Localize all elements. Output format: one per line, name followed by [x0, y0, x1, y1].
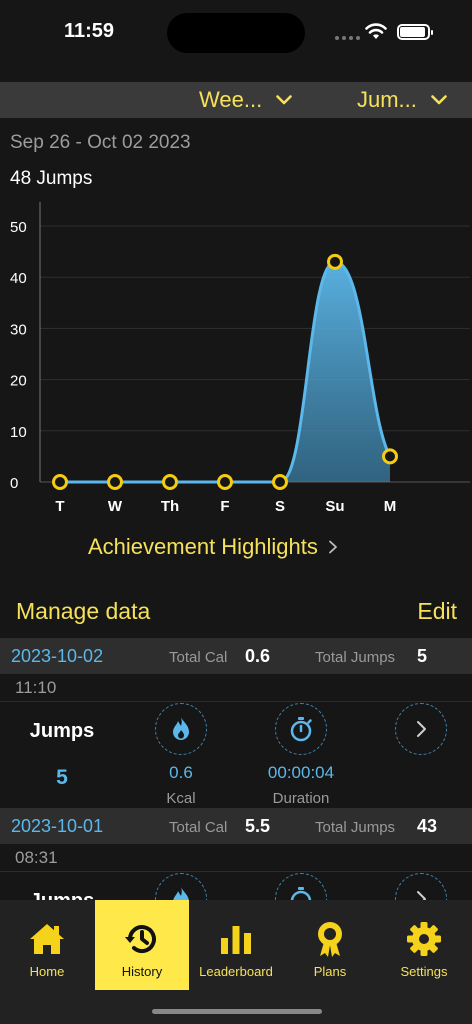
- chevron-right-icon: [417, 721, 426, 737]
- gear-icon: [407, 922, 441, 956]
- session-details-button[interactable]: [395, 703, 447, 755]
- y-tick-label: 30: [10, 321, 27, 338]
- session-row[interactable]: Jumps: [0, 872, 472, 900]
- status-time: 11:59: [64, 20, 115, 42]
- duration-badge: [275, 873, 327, 900]
- total-cal-value: 0.6: [245, 646, 271, 666]
- metric-dropdown[interactable]: Jum...: [357, 87, 447, 113]
- chevron-right-icon: [329, 540, 337, 554]
- entry-date: 2023-10-01: [11, 816, 104, 836]
- entry-time: 08:31: [15, 848, 58, 867]
- manage-data-title: Manage data: [16, 598, 151, 624]
- history-icon: [125, 925, 156, 954]
- y-tick-label: 50: [10, 219, 27, 236]
- stopwatch-icon: [290, 717, 312, 742]
- status-bar: 11:59: [0, 0, 472, 66]
- wifi-icon: [365, 23, 387, 39]
- series-area: [60, 261, 390, 482]
- x-tick-label: T: [55, 498, 64, 515]
- entry-header: 2023-10-01 Total Cal 5.5 Total Jumps 43: [0, 808, 472, 844]
- calories-label: Kcal: [166, 790, 196, 807]
- battery-icon: [397, 24, 433, 40]
- entry-time-row: 08:31: [0, 844, 472, 872]
- data-point: [52, 474, 68, 490]
- total-jumps-value: 5: [417, 646, 428, 666]
- tab-history[interactable]: History: [95, 900, 189, 990]
- achievement-highlights-link[interactable]: Achievement Highlights: [88, 534, 338, 560]
- duration-badge: [275, 703, 327, 755]
- total-jumps-value: 43: [417, 816, 438, 836]
- home-indicator: [152, 1009, 322, 1014]
- flame-icon: [173, 717, 189, 740]
- edit-button[interactable]: Edit: [417, 598, 457, 625]
- date-range: Sep 26 - Oct 02 2023: [10, 132, 191, 153]
- total-cal-label: Total Cal: [169, 649, 228, 666]
- tab-bar: Home History Leaderboard Plans Settings: [0, 900, 472, 1024]
- calories-value: 0.6: [169, 763, 193, 782]
- x-tick-label: W: [108, 498, 123, 515]
- chevron-down-icon: [431, 95, 447, 105]
- tab-settings-label: Settings: [400, 964, 448, 979]
- tab-leaderboard-label: Leaderboard: [199, 964, 273, 979]
- total-jumps: 48 Jumps: [10, 168, 93, 189]
- total-cal-value: 5.5: [245, 816, 271, 836]
- tab-plans[interactable]: Plans: [283, 900, 377, 990]
- x-tick-label: F: [220, 498, 229, 515]
- data-point: [272, 474, 288, 490]
- duration-value: 00:00:04: [267, 763, 335, 782]
- chevron-right-icon: [417, 891, 426, 900]
- entry-time-row: 11:10: [0, 674, 472, 702]
- stopwatch-icon: [290, 887, 312, 900]
- tab-history-label: History: [121, 964, 163, 979]
- entry-time: 11:10: [15, 678, 57, 697]
- data-point: [162, 474, 178, 490]
- achievement-highlights-label: Achievement Highlights: [88, 534, 318, 559]
- x-tick-label: M: [384, 498, 397, 515]
- tab-leaderboard[interactable]: Leaderboard: [189, 900, 283, 990]
- data-point: [217, 474, 233, 490]
- session-details-button[interactable]: [395, 873, 447, 900]
- entry-header: 2023-10-02 Total Cal 0.6 Total Jumps 5: [0, 638, 472, 674]
- tab-plans-label: Plans: [313, 964, 347, 979]
- leaderboard-icon: [221, 926, 251, 954]
- total-cal-label: Total Cal: [169, 819, 228, 836]
- y-tick-label: 40: [10, 270, 27, 287]
- jumps-chart: 0 10 20 30 40 50 T W Th F S Su M: [10, 202, 470, 515]
- data-point: [382, 448, 398, 465]
- tab-settings[interactable]: Settings: [377, 900, 471, 990]
- x-tick-label: Su: [325, 498, 344, 515]
- metric-dropdown-label: Jum...: [357, 87, 417, 112]
- activity-name: Jumps: [29, 720, 95, 742]
- period-dropdown[interactable]: Wee...: [199, 87, 292, 113]
- period-dropdown-label: Wee...: [199, 87, 263, 112]
- data-point: [107, 474, 123, 490]
- x-tick-label: Th: [161, 498, 179, 515]
- activity-count: 5: [56, 766, 68, 789]
- tab-home-label: Home: [29, 964, 65, 979]
- dynamic-island: [167, 13, 305, 53]
- cellular-signal-icon: [335, 36, 360, 40]
- y-tick-label: 10: [10, 424, 27, 441]
- duration-label: Duration: [272, 790, 330, 807]
- x-tick-label: S: [275, 498, 285, 515]
- activity-name: Jumps: [0, 890, 124, 900]
- session-row[interactable]: Jumps 5 0.6 Kcal 00:00:04 Duration: [0, 702, 472, 808]
- tab-home[interactable]: Home: [0, 900, 94, 990]
- chevron-down-icon: [276, 95, 292, 105]
- ribbon-icon: [318, 922, 342, 957]
- entry-date: 2023-10-02: [11, 646, 104, 666]
- total-jumps-label: Total Jumps: [315, 649, 396, 666]
- total-jumps-label: Total Jumps: [315, 819, 396, 836]
- home-icon: [30, 924, 64, 954]
- history-list[interactable]: 2023-10-02 Total Cal 0.6 Total Jumps 5 1…: [0, 638, 472, 900]
- calories-badge: [155, 703, 207, 755]
- flame-icon: [173, 887, 189, 900]
- y-tick-label: 20: [10, 373, 27, 390]
- filter-bar: Wee... Jum...: [0, 82, 472, 118]
- data-point: [327, 253, 343, 270]
- calories-badge: [155, 873, 207, 900]
- y-tick-label: 0: [10, 475, 18, 492]
